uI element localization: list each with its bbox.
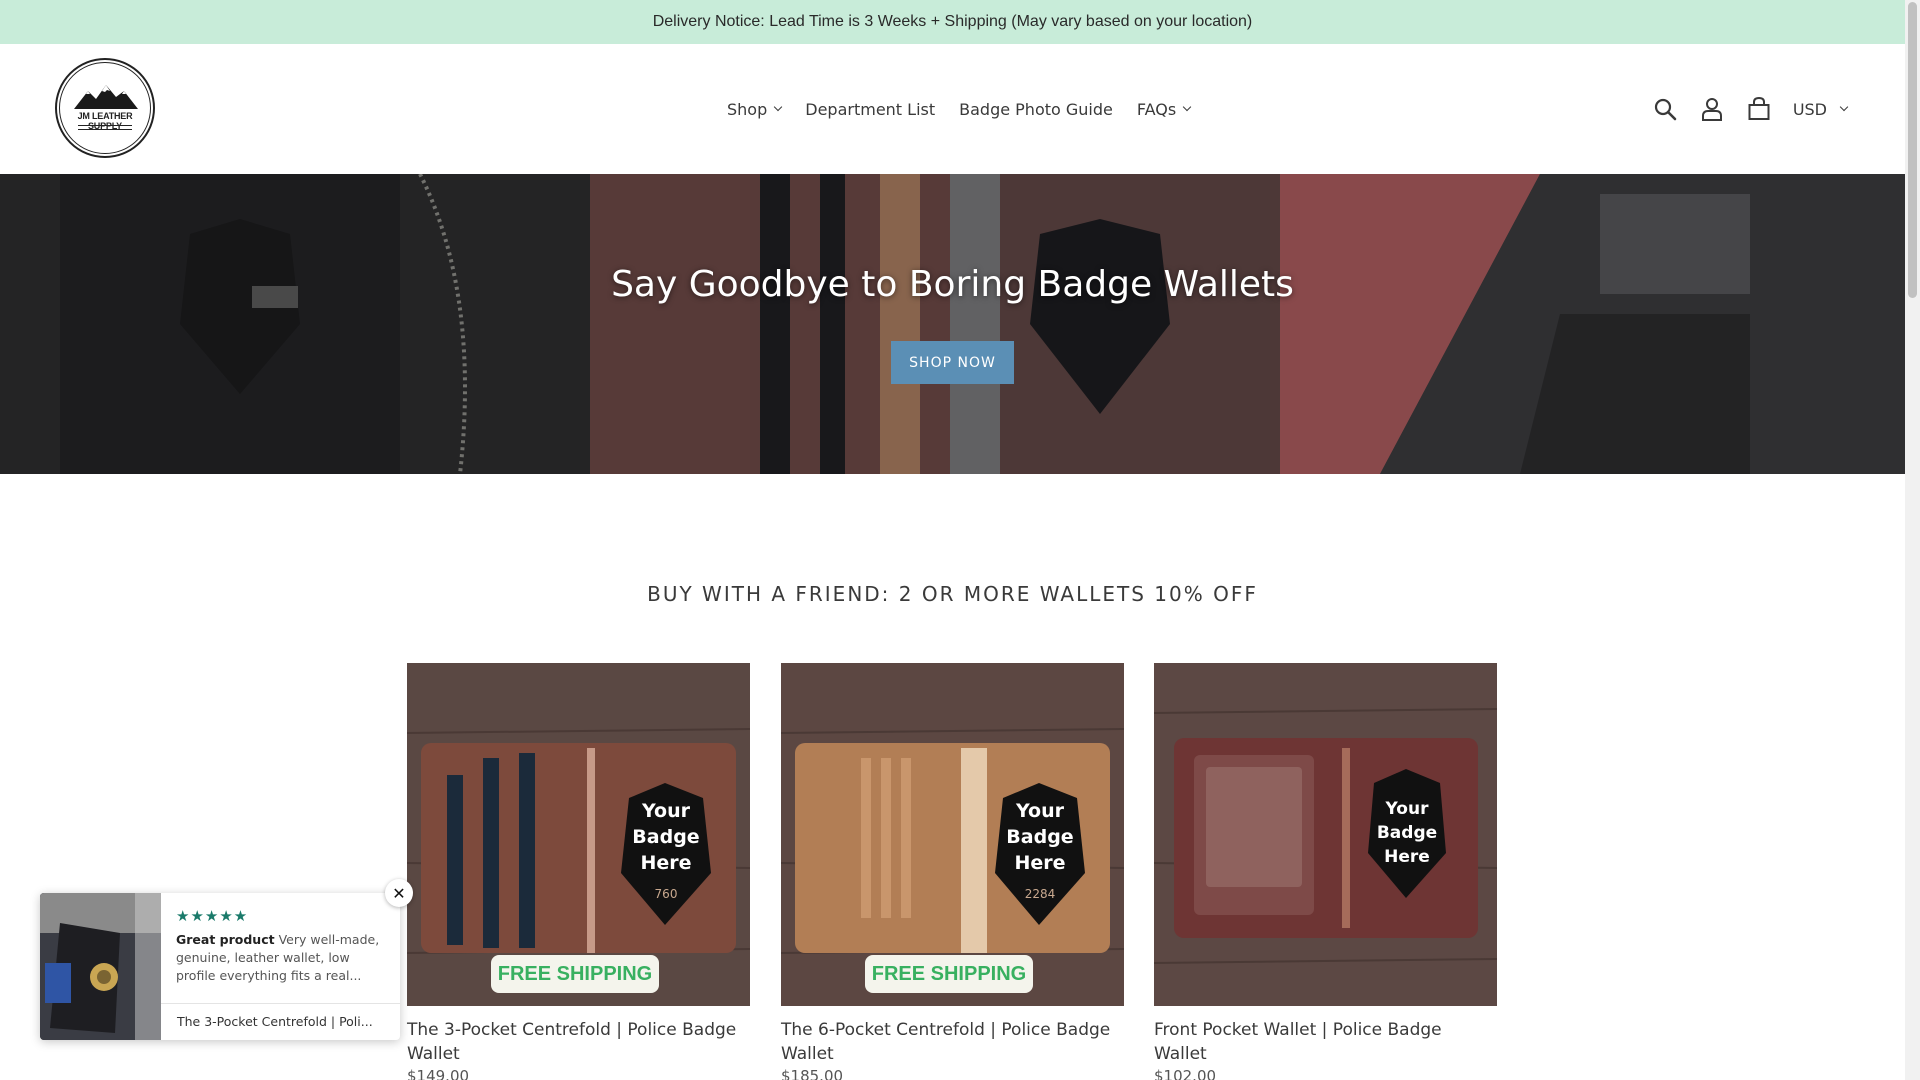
announcement-text: Delivery Notice: Lead Time is 3 Weeks + … xyxy=(652,13,1253,30)
logo-text: JM LEATHER SUPPLY xyxy=(77,111,133,131)
product-image[interactable]: Your Badge Here 760 FREE SHIPPING xyxy=(407,663,750,1006)
chevron-down-icon xyxy=(1182,102,1192,112)
free-shipping-badge: FREE SHIPPING xyxy=(865,955,1033,993)
hero-background-image xyxy=(0,174,1905,474)
nav-item-department-list[interactable]: Department List xyxy=(793,100,947,119)
currency-value: USD xyxy=(1792,99,1827,119)
account-icon xyxy=(1702,98,1723,121)
product-image[interactable]: Your Badge Here xyxy=(1154,663,1497,1006)
product-card[interactable]: Your Badge Here 2284 FREE SHIPPING The 6… xyxy=(781,663,1124,1080)
nav-item-shop[interactable]: Shop xyxy=(715,100,793,119)
product-title[interactable]: Front Pocket Wallet | Police Badge Walle… xyxy=(1154,1018,1497,1066)
currency-selector[interactable]: USD xyxy=(1792,99,1849,119)
chevron-down-icon xyxy=(1839,102,1849,112)
product-card[interactable]: Your Badge Here 760 FREE SHIPPING The 3-… xyxy=(407,663,750,1080)
review-product-image xyxy=(40,893,161,1040)
review-title: Great product xyxy=(176,932,275,947)
hero-title: Say Goodbye to Boring Badge Wallets xyxy=(611,264,1294,305)
product-title[interactable]: The 6-Pocket Centrefold | Police Badge W… xyxy=(781,1018,1124,1066)
badge-number: 2284 xyxy=(1024,887,1056,901)
collection-title: BUY WITH A FRIEND: 2 OR MORE WALLETS 10%… xyxy=(647,582,1258,606)
product-price: $185.00 xyxy=(781,1067,844,1080)
nav-item-label: Badge Photo Guide xyxy=(959,99,1113,119)
scrollbar-thumb[interactable] xyxy=(1908,2,1917,298)
cart-icon xyxy=(1748,97,1770,120)
close-icon[interactable]: ✕ xyxy=(385,879,413,907)
review-photo xyxy=(40,893,161,1040)
account-button[interactable] xyxy=(1689,89,1736,129)
product-image[interactable]: Your Badge Here 2284 FREE SHIPPING xyxy=(781,663,1124,1006)
header-icons: USD xyxy=(1642,44,1849,174)
shop-now-button[interactable]: SHOP NOW xyxy=(891,341,1014,384)
chevron-down-icon xyxy=(774,102,783,112)
badge-placeholder-text: Your Badge Here xyxy=(1006,800,1074,874)
nav-item-label: FAQs xyxy=(1136,99,1177,119)
badge-placeholder-text: Your Badge Here xyxy=(1376,799,1438,867)
logo-badge: JM LEATHER SUPPLY xyxy=(59,62,151,154)
product-title[interactable]: The 3-Pocket Centrefold | Police Badge W… xyxy=(407,1018,750,1066)
rating-stars: ★★★★★ xyxy=(176,907,249,925)
free-shipping-badge: FREE SHIPPING xyxy=(491,955,659,993)
logo-rule xyxy=(78,129,132,130)
mountain-logo-icon xyxy=(74,85,138,109)
nav-item-label: Shop xyxy=(727,99,768,119)
logo[interactable]: JM LEATHER SUPPLY xyxy=(55,58,155,158)
search-icon xyxy=(1655,98,1677,121)
nav-item-badge-photo-guide[interactable]: Badge Photo Guide xyxy=(947,100,1125,119)
cart-button[interactable] xyxy=(1736,89,1783,129)
review-popup[interactable]: ★★★★★ Great product Very well-made, genu… xyxy=(40,893,400,1040)
main-nav: Shop Department List Badge Photo Guide F… xyxy=(715,44,1202,174)
product-card[interactable]: Your Badge Here Front Pocket Wallet | Po… xyxy=(1154,663,1497,1080)
product-price: $102.00 xyxy=(1154,1067,1217,1080)
review-text: Great product Very well-made, genuine, l… xyxy=(176,931,386,985)
badge-number: 760 xyxy=(654,887,678,901)
product-price: $149.00 xyxy=(407,1067,470,1080)
search-button[interactable] xyxy=(1642,89,1689,129)
site-header: JM LEATHER SUPPLY Shop Department List B… xyxy=(0,44,1905,174)
hero-banner: Say Goodbye to Boring Badge Wallets SHOP… xyxy=(0,174,1905,474)
nav-item-label: Department List xyxy=(805,99,936,119)
logo-rule xyxy=(78,125,132,126)
nav-item-faqs[interactable]: FAQs xyxy=(1125,100,1202,119)
page-scrollbar[interactable] xyxy=(1905,0,1920,1080)
badge-placeholder-text: Your Badge Here xyxy=(632,800,700,874)
review-product-link[interactable]: The 3-Pocket Centrefold | Poli... xyxy=(161,1003,400,1040)
announcement-bar: Delivery Notice: Lead Time is 3 Weeks + … xyxy=(0,0,1905,44)
